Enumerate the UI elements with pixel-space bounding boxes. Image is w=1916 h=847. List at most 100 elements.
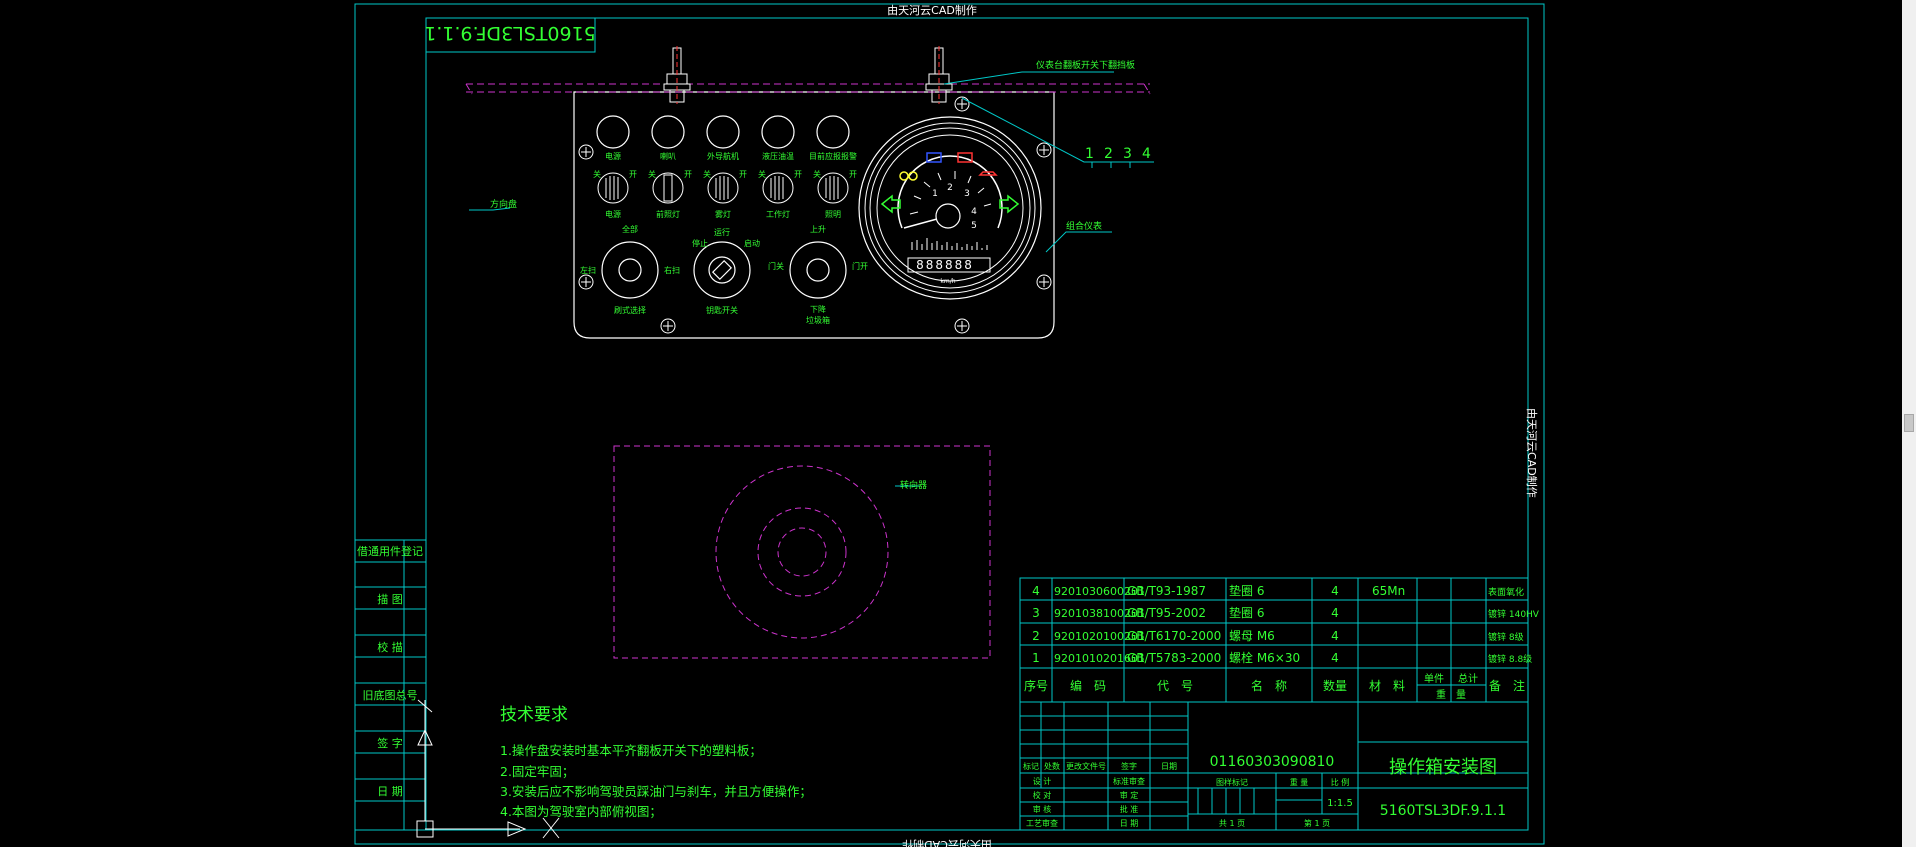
switch4-on: 开	[794, 170, 802, 179]
indicator-label-5: 目前应报报警	[809, 151, 857, 161]
knob3-left: 门关	[768, 261, 784, 271]
switch2-on: 开	[684, 170, 692, 179]
screw-icon-3	[954, 96, 970, 112]
bom-h-weight: 重 量	[1436, 688, 1466, 701]
switch5-off: 关	[813, 169, 821, 179]
callout-number-2: 2	[1104, 146, 1113, 162]
indicator-label-3: 外导航机	[707, 151, 739, 161]
switch-label-3: 雾灯	[715, 209, 731, 219]
knob2-top: 运行	[714, 227, 730, 237]
bom-h-unit: 单件	[1424, 673, 1444, 685]
gauge-tick-3: 3	[964, 189, 970, 199]
role-date: 日 期	[1120, 819, 1139, 828]
vertical-scrollbar[interactable]	[1902, 0, 1916, 847]
callout-seat: 转向器	[900, 479, 927, 491]
bom-r4-no: 1	[1032, 651, 1040, 665]
watermark-top: 由天河云CAD制作	[887, 3, 977, 17]
knob2-right: 启动	[744, 238, 760, 248]
bom-h-mat: 材 料	[1369, 679, 1405, 693]
gauge-tick-1: 1	[932, 189, 938, 199]
switch2-off: 关	[648, 169, 656, 179]
switch-label-2: 前照灯	[656, 209, 680, 219]
side-label-1: 借通用件登记	[357, 544, 423, 558]
indicator-lamp-5	[816, 115, 850, 149]
bom-r3-no: 2	[1032, 629, 1040, 643]
gauge-unit: km/h	[940, 278, 955, 285]
gauge-odometer: 888888	[916, 258, 974, 272]
role-standard: 标准审查	[1113, 776, 1145, 786]
role-design: 设 计	[1033, 776, 1052, 786]
scale-label: 比 例	[1331, 777, 1350, 787]
screw-icon-4	[1036, 142, 1052, 158]
tech-item-3: 3.安装后应不影响驾驶员踩油门与刹车，并且方便操作；	[500, 784, 812, 799]
switch5-on: 开	[849, 170, 857, 179]
bom-h-no: 序号	[1024, 678, 1048, 693]
indicator-label-2: 喇叭	[660, 151, 676, 161]
switch-label-5: 照明	[825, 210, 841, 219]
knob2-left: 停止	[692, 238, 708, 248]
knob3-bottom2: 垃圾箱	[806, 315, 830, 325]
weight-label: 重 量	[1290, 777, 1309, 787]
knob1-bottom: 刷式选择	[614, 305, 646, 315]
gauge-bar-graph	[911, 238, 988, 250]
bom-h-total: 总计	[1458, 672, 1478, 685]
knob1-top: 全部	[622, 224, 638, 234]
indicator-label-4: 液压油温	[762, 151, 794, 161]
bom-h-qty: 数量	[1323, 678, 1347, 693]
drawing-number-box-text: 5160TSL3DF.9.1.1	[424, 22, 596, 44]
switch-label-1: 电源	[605, 209, 621, 219]
gauge-tick-5: 5	[971, 221, 977, 231]
bom-r1-mat: 65Mn	[1372, 584, 1405, 598]
bom-r3-qty: 4	[1331, 629, 1339, 643]
drawing-title: 操作箱安装图	[1389, 757, 1497, 778]
side-label-5: 签 字	[377, 736, 403, 750]
role-approve: 审 定	[1120, 790, 1139, 800]
switch3-off: 关	[703, 169, 711, 179]
knob-lift	[789, 241, 847, 299]
indicator-lamp-3	[706, 115, 740, 149]
rev-h-date: 日期	[1161, 762, 1177, 771]
scrollbar-thumb[interactable]	[1904, 414, 1914, 432]
side-label-3: 校 描	[377, 640, 403, 654]
switch1-on: 开	[629, 170, 637, 179]
knob3-top: 上升	[810, 225, 826, 234]
indicator-lamps	[596, 115, 850, 149]
bom-r1-qty: 4	[1331, 584, 1339, 598]
bom-r2-note: 镀锌 140HV	[1488, 608, 1540, 620]
bom-r4-note: 镀锌 8.8级	[1488, 653, 1532, 665]
cad-drawing-canvas[interactable]: 由天河云CAD制作 由天河云CAD制作 由天河云CAD制作 5160TSL3DF…	[0, 0, 1902, 847]
sheet-no: 第 1 页	[1304, 818, 1330, 828]
watermark-right: 由天河云CAD制作	[1525, 408, 1539, 498]
screw-icon-5	[1036, 274, 1052, 290]
knob-wiper	[601, 241, 659, 299]
callout-rail-note: 仪表台翻板开关下翻挡板	[1036, 59, 1135, 71]
knob1-right: 右扫	[664, 265, 680, 275]
stage-label: 图样标记	[1216, 777, 1248, 787]
role-authorize: 批 准	[1120, 804, 1139, 814]
rev-h-count: 处数	[1044, 761, 1060, 771]
bom-r1-note: 表面氧化	[1488, 586, 1524, 598]
indicator-lamp-2	[651, 115, 685, 149]
hidden-steering-view	[613, 445, 991, 659]
tech-item-1: 1.操作盘安装时基本平齐翻板开关下的塑料板；	[500, 743, 762, 758]
sheets-total: 共 1 页	[1219, 819, 1245, 828]
bom-r2-qty: 4	[1331, 606, 1339, 620]
rotary-switch-5	[817, 172, 849, 204]
bom-r2-name: 垫圈 6	[1229, 605, 1264, 620]
bom-r1-name: 垫圈 6	[1229, 583, 1264, 598]
brake-icon	[899, 171, 918, 181]
switch4-off: 关	[758, 169, 766, 179]
screw-icon-2	[578, 274, 594, 290]
bom-r3-std: GB/T6170-2000	[1127, 629, 1221, 643]
switch1-off: 关	[593, 169, 601, 179]
bom-r3-name: 螺母 M6	[1229, 629, 1275, 643]
switch3-on: 开	[739, 170, 747, 179]
bom-h-code: 编 码	[1070, 678, 1106, 693]
tech-item-4: 4.本图为驾驶室内部俯视图；	[500, 804, 662, 819]
side-label-4: 旧底图总号	[363, 688, 418, 702]
role-review: 审 核	[1033, 804, 1052, 814]
rev-h-sign: 签字	[1121, 761, 1137, 771]
bom-r4-name: 螺栓 M6×30	[1229, 650, 1300, 665]
bom-r1-std: GB/T93-1987	[1127, 584, 1206, 598]
callout-steering: 方向盘	[490, 198, 517, 210]
